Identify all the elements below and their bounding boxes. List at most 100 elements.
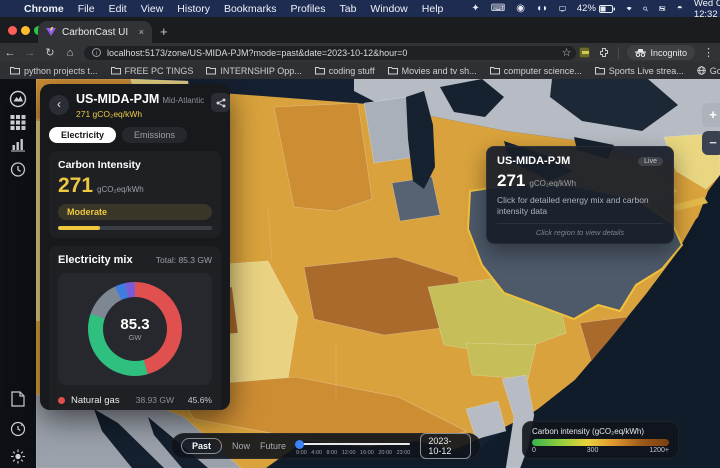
date-picker-button[interactable]: 2023-10-12 [420, 433, 471, 459]
legend-max-label: 1200+ [649, 447, 669, 454]
panel-back-button[interactable]: ‹ [49, 95, 69, 115]
menubar-item-edit[interactable]: Edit [109, 3, 127, 15]
macos-menubar: Chrome File Edit View History Bookmarks Profil… [0, 0, 720, 17]
bookmark-item[interactable]: computer science... [490, 66, 582, 76]
legend-title: Carbon intensity (gCO₂eq/kWh) [532, 427, 669, 436]
menubar-item-history[interactable]: History [177, 3, 210, 15]
menubar-item-chrome[interactable]: Chrome [24, 3, 64, 15]
menubar-item-file[interactable]: File [78, 3, 95, 15]
bookmark-label: FREE PC TINGS [125, 66, 194, 76]
keyboard-icon[interactable]: ⌨ [491, 4, 505, 14]
zone-detail-panel: ‹ US-MIDA-PJMMid-Atlantic 271 gCO₂eq/kWh… [40, 84, 230, 410]
carbon-intensity-title: Carbon Intensity [58, 159, 212, 171]
grid-icon[interactable] [11, 115, 26, 130]
intensity-level-badge: Moderate [58, 204, 212, 220]
vpn-icon[interactable]: ◖◗ [536, 4, 548, 14]
home-icon[interactable]: ⌂ [60, 47, 80, 59]
tab-close-icon[interactable]: × [139, 27, 144, 37]
donut-chart-container: 85.3 GW [58, 273, 212, 385]
extension-icon[interactable] [579, 47, 590, 58]
incognito-label: Incognito [650, 48, 687, 58]
mix-gw-value: 38.93 GW [126, 395, 174, 405]
menubar-item-bookmarks[interactable]: Bookmarks [224, 3, 277, 15]
mix-color-dot [58, 397, 65, 404]
address-bar[interactable]: i localhost:5173/zone/US-MIDA-PJM?mode=p… [84, 46, 576, 60]
extensions-puzzle-icon[interactable] [598, 47, 610, 59]
donut-center-unit: GW [129, 333, 142, 342]
folder-icon [315, 66, 325, 75]
battery-percent: 42% [577, 3, 596, 14]
bookmark-item[interactable]: Sports Live strea... [595, 66, 684, 76]
theme-sun-icon[interactable] [11, 449, 26, 464]
menubar-item-view[interactable]: View [141, 3, 164, 15]
url-text[interactable]: localhost:5173/zone/US-MIDA-PJM?mode=pas… [107, 48, 407, 58]
browser-tab[interactable]: CarbonCast UI × [38, 21, 152, 43]
bar-chart-icon[interactable] [11, 137, 26, 152]
mix-row: Natural gas 38.93 GW 45.6% [58, 392, 212, 409]
clock-icon[interactable] [11, 162, 26, 177]
control-center-icon[interactable] [659, 4, 665, 13]
browser-toolbar: ← → ↻ ⌂ i localhost:5173/zone/US-MIDA-PJ… [0, 43, 720, 62]
history-icon[interactable] [10, 421, 26, 437]
mode-now[interactable]: Now [232, 441, 250, 451]
slider-thumb[interactable] [295, 440, 304, 449]
mode-past[interactable]: Past [181, 438, 222, 454]
bookmark-item[interactable]: coding stuff [315, 66, 375, 76]
menubar-items: Chrome File Edit View History Bookmarks Profil… [24, 3, 443, 15]
tooltip-intensity-value: 271 [497, 171, 525, 191]
tab-emissions[interactable]: Emissions [122, 127, 187, 143]
menubar-item-profiles[interactable]: Profiles [290, 3, 325, 15]
map-zoom-out-button[interactable]: − [702, 131, 720, 155]
mode-future[interactable]: Future [260, 441, 286, 451]
menubar-item-tab[interactable]: Tab [339, 3, 356, 15]
wifi-icon[interactable] [626, 4, 632, 13]
tooltip-intensity-unit: gCO₂eq/kWh [529, 179, 576, 188]
app-logo-icon[interactable] [9, 90, 27, 108]
hour-slider[interactable]: 0:004:008:0012:0016:0020:0023:00 [296, 440, 410, 456]
browser-menu-icon[interactable]: ⋮ [703, 46, 714, 59]
site-info-icon[interactable]: i [92, 48, 101, 57]
record-icon[interactable]: ◉ [516, 4, 525, 14]
electricity-mix-total: Total: 85.3 GW [156, 255, 212, 265]
back-icon[interactable]: ← [0, 47, 20, 59]
bookmark-item[interactable]: Movies and tv sh... [388, 66, 477, 76]
sparkle-icon[interactable]: ✦ [471, 4, 479, 14]
tick-label: 0:00 [296, 450, 307, 456]
incognito-badge: Incognito [627, 45, 695, 60]
display-icon[interactable] [559, 4, 566, 14]
menubar-item-window[interactable]: Window [370, 3, 407, 15]
tick-label: 12:00 [342, 450, 356, 456]
forward-icon[interactable]: → [20, 47, 40, 59]
bookmark-label: python projects t... [24, 66, 98, 76]
incognito-icon [635, 49, 646, 57]
globe-icon [697, 66, 706, 75]
share-icon [216, 98, 226, 108]
folder-icon [388, 66, 398, 75]
bookmark-item[interactable]: python projects t... [10, 66, 98, 76]
legend-gradient-bar [532, 439, 669, 446]
map-zoom-in-button[interactable]: + [702, 103, 720, 127]
slider-track[interactable] [296, 443, 410, 446]
bookmark-label: Google Drive [710, 66, 720, 76]
close-window-button[interactable] [8, 26, 17, 35]
spotlight-icon[interactable] [643, 4, 648, 14]
live-badge: Live [638, 157, 663, 166]
new-tab-button[interactable]: + [160, 24, 168, 39]
minimize-window-button[interactable] [21, 26, 30, 35]
bookmark-item[interactable]: Google Drive [697, 66, 720, 76]
share-button[interactable] [211, 93, 230, 112]
bookmark-item[interactable]: INTERNSHIP Opp... [206, 66, 301, 76]
folder-icon [206, 66, 216, 75]
tab-electricity[interactable]: Electricity [49, 127, 116, 143]
mode-selector: Past Now Future [181, 438, 286, 454]
reload-icon[interactable]: ↻ [40, 46, 60, 59]
bookmark-item[interactable]: FREE PC TINGS [111, 66, 194, 76]
tick-label: 4:00 [311, 450, 322, 456]
user-switch-icon[interactable]: ◓ [677, 4, 683, 14]
menubar-item-help[interactable]: Help [422, 3, 444, 15]
tick-label: 20:00 [378, 450, 392, 456]
folder-icon [490, 66, 500, 75]
bookmark-star-icon[interactable]: ☆ [562, 46, 572, 59]
electricity-mix-donut[interactable]: 85.3 GW [88, 282, 182, 376]
document-icon[interactable] [11, 391, 25, 407]
